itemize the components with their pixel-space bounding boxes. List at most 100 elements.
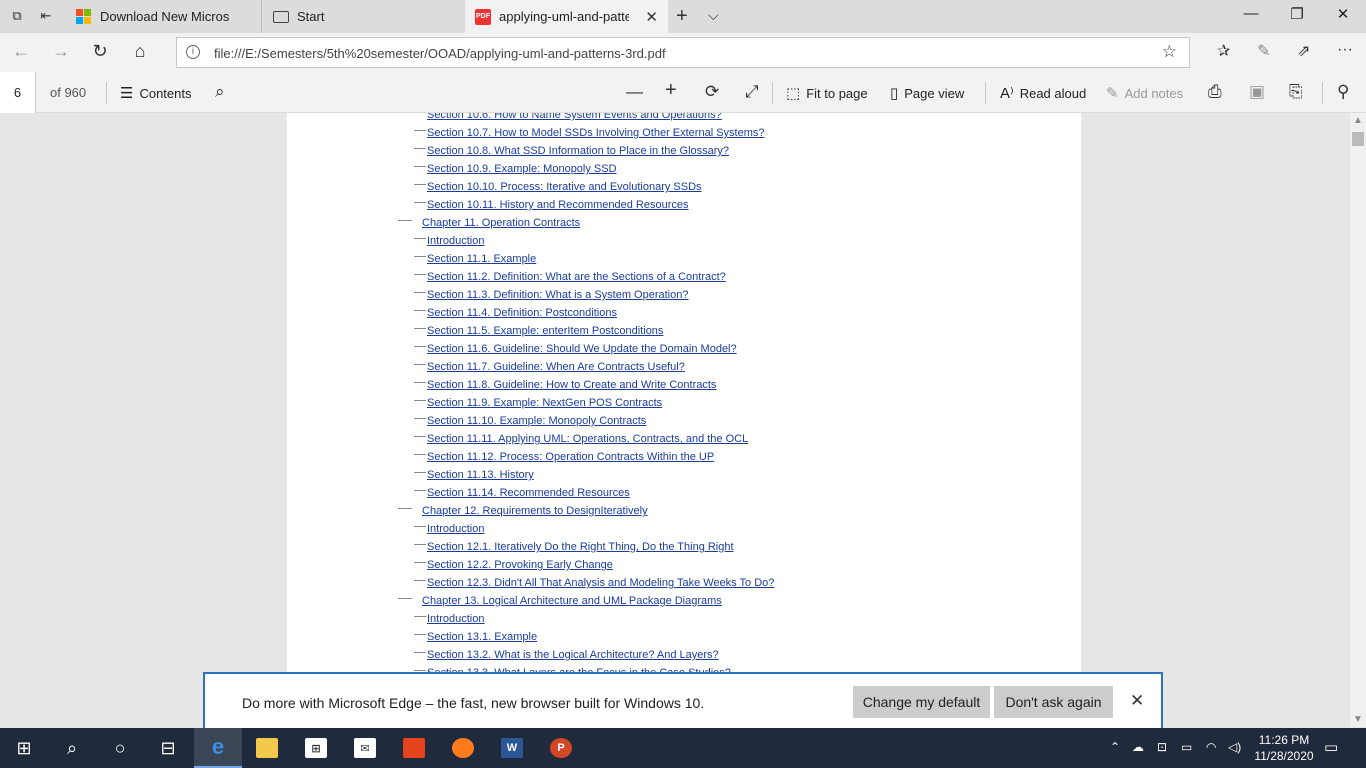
toc-section-link[interactable]: Section 11.7. Guideline: When Are Contra… [427, 358, 685, 376]
toc-section-link[interactable]: Section 11.5. Example: enterItem Postcon… [427, 322, 663, 340]
save-icon[interactable]: ▣ [1249, 82, 1265, 102]
toc-section-link[interactable]: Introduction [427, 232, 484, 250]
toc-section-link[interactable]: Section 11.9. Example: NextGen POS Contr… [427, 394, 662, 412]
store-icon[interactable]: ⊞ [292, 728, 340, 768]
notification-message: Do more with Microsoft Edge – the fast, … [242, 695, 705, 711]
toc-section-link[interactable]: Section 11.14. Recommended Resources [427, 484, 630, 502]
add-notes-label: Add notes [1124, 85, 1184, 101]
toc-section-link[interactable]: Section 11.8. Guideline: How to Create a… [427, 376, 716, 394]
tab-preview-icon[interactable]: ⌵ [708, 7, 719, 24]
page-number-input[interactable]: 6 [0, 72, 36, 113]
scroll-down-icon[interactable]: ▼ [1353, 714, 1363, 725]
fit-to-page-button[interactable]: ⬚ Fit to page [786, 84, 868, 102]
powerpoint-icon[interactable]: P [537, 728, 585, 768]
dont-ask-again-button[interactable]: Don't ask again [994, 686, 1113, 718]
battery-icon[interactable]: ▭ [1181, 740, 1192, 754]
network-status-icon[interactable]: ⊡ [1157, 740, 1167, 754]
read-aloud-label: Read aloud [1019, 85, 1087, 101]
tab-download-edge[interactable]: Download New Microsoft E [66, 0, 262, 33]
zoom-in-icon[interactable]: + [665, 79, 677, 102]
change-default-button[interactable]: Change my default [853, 686, 990, 718]
cortana-icon[interactable]: ○ [96, 728, 144, 768]
favorite-star-icon[interactable]: ☆ [1162, 42, 1177, 62]
volume-icon[interactable]: ◁) [1228, 740, 1241, 754]
toc-section-link[interactable]: Introduction [427, 520, 484, 538]
search-icon[interactable]: ⌕ [215, 82, 225, 102]
firefox-icon[interactable] [439, 728, 487, 768]
restore-button[interactable]: ❐ [1274, 5, 1320, 23]
toc-chapter-link[interactable]: Chapter 13. Logical Architecture and UML… [422, 592, 722, 610]
home-icon[interactable]: ⌂ [125, 41, 155, 62]
page-view-button[interactable]: ▯ Page view [890, 84, 964, 102]
rotate-icon[interactable]: ⟳ [705, 82, 719, 102]
onedrive-icon[interactable]: ☁ [1132, 740, 1144, 754]
new-tab-button[interactable]: + [676, 5, 688, 28]
toc-section-link[interactable]: Section 11.13. History [427, 466, 534, 484]
toc-section-link[interactable]: Section 10.11. History and Recommended R… [427, 196, 689, 214]
toc-section-link[interactable]: Section 11.3. Definition: What is a Syst… [427, 286, 688, 304]
pdf-viewer[interactable]: Section 10.6. How to Name System Events … [0, 113, 1350, 727]
fullscreen-icon[interactable]: ⤢ [745, 82, 759, 102]
set-tabs-aside-icon[interactable]: ⇤ [37, 8, 55, 24]
edge-icon[interactable]: e [194, 728, 242, 768]
vertical-scrollbar[interactable]: ▲ ▼ [1350, 113, 1366, 727]
minimize-button[interactable]: — [1228, 5, 1274, 22]
toc-section-link[interactable]: Section 10.10. Process: Iterative and Ev… [427, 178, 702, 196]
scroll-thumb[interactable] [1352, 132, 1364, 146]
favorites-icon[interactable]: ✰ [1217, 41, 1230, 61]
wifi-icon[interactable]: ◠ [1206, 740, 1216, 754]
web-note-icon[interactable]: ✎ [1257, 41, 1270, 61]
taskbar: ⊞ ⌕ ○ ⊟ e ⊞ ✉ W P ⌃ ☁ ⊡ ▭ ◠ ◁) 11:26 PM … [0, 728, 1366, 768]
file-explorer-icon[interactable] [243, 728, 291, 768]
refresh-icon[interactable]: ↻ [85, 41, 115, 62]
toc-section-link[interactable]: Section 11.12. Process: Operation Contra… [427, 448, 714, 466]
toc-section-link[interactable]: Section 11.11. Applying UML: Operations,… [427, 430, 748, 448]
toc-section-link[interactable]: Section 10.6. How to Name System Events … [427, 113, 722, 124]
close-window-button[interactable]: ✕ [1320, 5, 1366, 23]
toc-section-link[interactable]: Section 10.8. What SSD Information to Pl… [427, 142, 729, 160]
forward-icon[interactable]: → [46, 41, 76, 62]
save-as-icon[interactable]: ⎘ [1289, 82, 1303, 102]
zoom-out-icon[interactable]: — [626, 82, 643, 102]
add-notes-button[interactable]: ✎ Add notes [1106, 84, 1183, 102]
toc-section-link[interactable]: Section 10.9. Example: Monopoly SSD [427, 160, 617, 178]
office-icon[interactable] [390, 728, 438, 768]
toc-section-link[interactable]: Section 12.3. Didn't All That Analysis a… [427, 574, 774, 592]
clock[interactable]: 11:26 PM 11/28/2020 [1244, 732, 1324, 764]
toc-section-link[interactable]: Section 13.1. Example [427, 628, 537, 646]
toc-section-link[interactable]: Section 12.1. Iteratively Do the Right T… [427, 538, 734, 556]
toc-section-link[interactable]: Section 11.6. Guideline: Should We Updat… [427, 340, 737, 358]
word-icon[interactable]: W [488, 728, 536, 768]
show-hidden-icons[interactable]: ⌃ [1110, 740, 1120, 754]
tab-pdf[interactable]: PDF applying-uml-and-patte ✕ [465, 0, 668, 33]
pin-toolbar-icon[interactable]: ⚲ [1337, 82, 1349, 102]
toc-section-link[interactable]: Section 12.2. Provoking Early Change [427, 556, 613, 574]
read-aloud-button[interactable]: A⁾ Read aloud [1000, 84, 1086, 102]
mail-icon[interactable]: ✉ [341, 728, 389, 768]
toc-section-link[interactable]: Section 11.2. Definition: What are the S… [427, 268, 726, 286]
task-view-icon[interactable]: ⊟ [144, 728, 192, 768]
toc-section-link[interactable]: Introduction [427, 610, 484, 628]
print-icon[interactable]: ⎙ [1208, 82, 1222, 102]
info-icon[interactable]: i [186, 45, 200, 59]
toc-section-link[interactable]: Section 11.1. Example [427, 250, 536, 268]
toc-chapter-link[interactable]: Chapter 12. Requirements to DesignIterat… [422, 502, 648, 520]
close-tab-icon[interactable]: ✕ [645, 8, 658, 26]
windows-start-icon[interactable]: ⊞ [0, 728, 48, 768]
tab-manager-icon[interactable]: ⧉ [8, 8, 26, 24]
toc-section-link[interactable]: Section 11.4. Definition: Postconditions [427, 304, 617, 322]
scroll-up-icon[interactable]: ▲ [1353, 115, 1363, 126]
notifications-icon[interactable]: ▭ [1324, 738, 1338, 756]
close-notification-icon[interactable]: ✕ [1130, 691, 1144, 711]
tab-start[interactable]: Start [263, 0, 463, 33]
contents-button[interactable]: ☰ Contents [120, 84, 192, 102]
more-icon[interactable]: ··· [1337, 41, 1353, 59]
share-icon[interactable]: ⇗ [1297, 41, 1310, 61]
toc-section-link[interactable]: Section 11.10. Example: Monopoly Contrac… [427, 412, 646, 430]
url-field[interactable]: i file:///E:/Semesters/5th%20semester/OO… [176, 37, 1190, 68]
toc-chapter-link[interactable]: Chapter 11. Operation Contracts [422, 214, 580, 232]
toc-section-link[interactable]: Section 13.2. What is the Logical Archit… [427, 646, 719, 664]
search-icon[interactable]: ⌕ [48, 728, 96, 768]
back-icon[interactable]: ← [6, 41, 36, 62]
toc-section-link[interactable]: Section 10.7. How to Model SSDs Involvin… [427, 124, 765, 142]
